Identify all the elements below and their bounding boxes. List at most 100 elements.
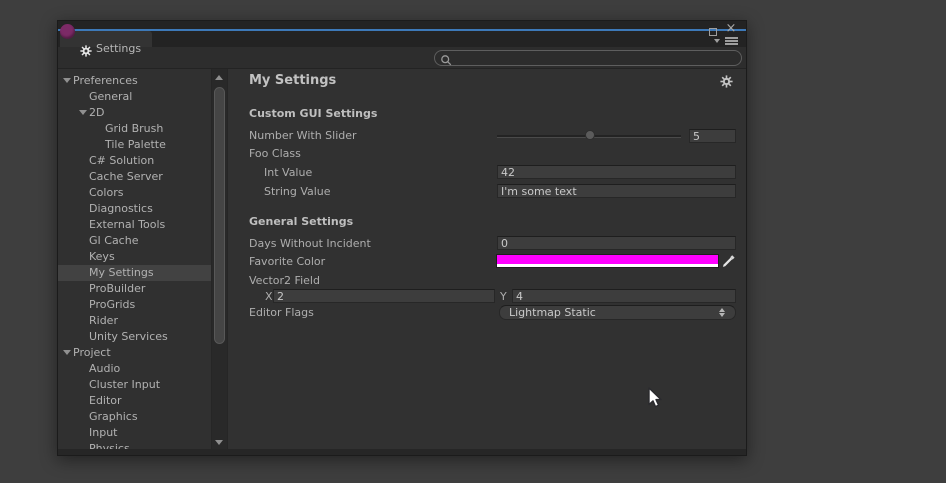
sidebar-item-label: Physics bbox=[89, 442, 130, 449]
sidebar-item-label: Project bbox=[73, 346, 111, 360]
window-maximize-button[interactable] bbox=[709, 28, 717, 36]
sidebar-item-label: Keys bbox=[89, 250, 115, 264]
slider-value-field[interactable] bbox=[689, 129, 736, 143]
foo-class-label: Foo Class bbox=[249, 147, 301, 161]
vector2-field-label: Vector2 Field bbox=[249, 274, 320, 288]
sidebar-item-label: GI Cache bbox=[89, 234, 138, 248]
main-panel: My Settings Custom GUI Settings Number W… bbox=[227, 69, 746, 449]
color-area bbox=[497, 255, 718, 264]
sidebar-item-colors[interactable]: Colors bbox=[58, 185, 211, 201]
scroll-up-arrow-icon[interactable] bbox=[215, 75, 223, 80]
sidebar-item-label: Colors bbox=[89, 186, 123, 200]
sidebar: Preferences General 2DGrid Brush Tile Palet… bbox=[58, 69, 211, 449]
sidebar-item-label: Rider bbox=[89, 314, 118, 328]
sidebar-item-cache-server[interactable]: Cache Server bbox=[58, 169, 211, 185]
sidebar-item-diagnostics[interactable]: Diagnostics bbox=[58, 201, 211, 217]
favorite-color-swatch[interactable] bbox=[496, 254, 719, 268]
sidebar-item-label: ProGrids bbox=[89, 298, 135, 312]
sidebar-item-tile-palette[interactable]: Tile Palette bbox=[58, 137, 211, 153]
dropdown-arrows-icon bbox=[718, 308, 726, 317]
eyedropper-icon[interactable] bbox=[722, 253, 736, 268]
vector2-y-label: Y bbox=[500, 290, 507, 304]
sidebar-item-keys[interactable]: Keys bbox=[58, 249, 211, 265]
sidebar-item-label: Cache Server bbox=[89, 170, 163, 184]
settings-tab-gear-icon bbox=[80, 42, 92, 61]
sidebar-item-unity-services[interactable]: Unity Services bbox=[58, 329, 211, 345]
foldout-triangle-icon[interactable] bbox=[63, 350, 71, 355]
sidebar-item-label: Editor bbox=[89, 394, 122, 408]
sidebar-tree: Preferences General 2DGrid Brush Tile Palet… bbox=[58, 73, 211, 449]
panel-gear-icon[interactable] bbox=[720, 73, 733, 86]
sidebar-item-label: External Tools bbox=[89, 218, 165, 232]
sidebar-item-label: Grid Brush bbox=[105, 122, 163, 136]
sidebar-item-project[interactable]: Project bbox=[58, 345, 211, 361]
foldout-triangle-icon[interactable] bbox=[63, 78, 71, 83]
sidebar-item-label: General bbox=[89, 90, 132, 104]
window-icon-dot bbox=[60, 24, 75, 39]
sidebar-item-rider[interactable]: Rider bbox=[58, 313, 211, 329]
sidebar-item-audio[interactable]: Audio bbox=[58, 361, 211, 377]
sidebar-item-input[interactable]: Input bbox=[58, 425, 211, 441]
scrollbar-thumb[interactable] bbox=[214, 87, 225, 344]
sidebar-item-graphics[interactable]: Graphics bbox=[58, 409, 211, 425]
string-value-field[interactable] bbox=[497, 184, 736, 198]
window-close-button[interactable]: × bbox=[725, 22, 737, 35]
int-value-label: Int Value bbox=[264, 166, 312, 180]
sidebar-scrollbar[interactable] bbox=[211, 69, 227, 449]
sidebar-item-general[interactable]: General bbox=[58, 89, 211, 105]
section-header-general: General Settings bbox=[249, 215, 353, 228]
window-menu-icon[interactable] bbox=[725, 37, 738, 39]
sidebar-item-editor[interactable]: Editor bbox=[58, 393, 211, 409]
days-without-incident-label: Days Without Incident bbox=[249, 237, 371, 251]
sidebar-item-2d[interactable]: 2D bbox=[58, 105, 211, 121]
sidebar-item-my-settings[interactable]: My Settings bbox=[58, 265, 211, 281]
editor-flags-selected-value: Lightmap Static bbox=[509, 306, 596, 319]
sidebar-item-progrids[interactable]: ProGrids bbox=[58, 297, 211, 313]
sidebar-item-label: Audio bbox=[89, 362, 120, 376]
search-input[interactable] bbox=[454, 52, 732, 64]
sidebar-item-physics[interactable]: Physics bbox=[58, 441, 211, 449]
days-without-incident-field[interactable] bbox=[497, 236, 736, 250]
sidebar-item-external-tools[interactable]: External Tools bbox=[58, 217, 211, 233]
sidebar-item-cluster-input[interactable]: Cluster Input bbox=[58, 377, 211, 393]
sidebar-item-probuilder[interactable]: ProBuilder bbox=[58, 281, 211, 297]
window-menu-caret-icon[interactable] bbox=[714, 39, 720, 43]
sidebar-item-label: Diagnostics bbox=[89, 202, 153, 216]
section-header-custom-gui: Custom GUI Settings bbox=[249, 107, 377, 120]
vector2-x-field[interactable] bbox=[273, 289, 495, 303]
sidebar-item-label: My Settings bbox=[89, 266, 154, 280]
settings-window: Settings × Preferences General 2DGrid Brus… bbox=[57, 20, 747, 456]
sidebar-item-label: ProBuilder bbox=[89, 282, 145, 296]
string-value-label: String Value bbox=[264, 185, 331, 199]
sidebar-item-preferences[interactable]: Preferences bbox=[58, 73, 211, 89]
alpha-bar bbox=[497, 264, 718, 267]
sidebar-item-grid-brush[interactable]: Grid Brush bbox=[58, 121, 211, 137]
vector2-y-field[interactable] bbox=[512, 289, 736, 303]
sidebar-item-label: Cluster Input bbox=[89, 378, 160, 392]
sidebar-item-label: 2D bbox=[89, 106, 104, 120]
number-with-slider-label: Number With Slider bbox=[249, 129, 357, 143]
tab-settings-label: Settings bbox=[96, 42, 141, 56]
slider-thumb[interactable] bbox=[585, 130, 595, 140]
search-box[interactable] bbox=[434, 50, 742, 66]
toolbar bbox=[58, 47, 746, 69]
title-bar[interactable]: Settings × bbox=[58, 21, 746, 47]
active-tab-accent-line bbox=[58, 29, 746, 31]
sidebar-item-gi-cache[interactable]: GI Cache bbox=[58, 233, 211, 249]
sidebar-item-label: Unity Services bbox=[89, 330, 168, 344]
sidebar-item-label: C# Solution bbox=[89, 154, 154, 168]
sidebar-item-label: Graphics bbox=[89, 410, 138, 424]
sidebar-item-label: Tile Palette bbox=[105, 138, 166, 152]
editor-flags-label: Editor Flags bbox=[249, 306, 314, 320]
page-title: My Settings bbox=[249, 73, 336, 88]
int-value-field[interactable] bbox=[497, 165, 736, 179]
sidebar-item-label: Input bbox=[89, 426, 117, 440]
sidebar-item-c-solution[interactable]: C# Solution bbox=[58, 153, 211, 169]
window-bottom-edge bbox=[58, 449, 746, 455]
scroll-down-arrow-icon[interactable] bbox=[215, 440, 223, 445]
favorite-color-label: Favorite Color bbox=[249, 255, 325, 269]
foldout-triangle-icon[interactable] bbox=[79, 110, 87, 115]
sidebar-item-label: Preferences bbox=[73, 74, 138, 88]
desktop: { "colors": { "accent_blue": "#3d79b8", … bbox=[0, 0, 946, 483]
editor-flags-dropdown[interactable]: Lightmap Static bbox=[499, 305, 736, 320]
